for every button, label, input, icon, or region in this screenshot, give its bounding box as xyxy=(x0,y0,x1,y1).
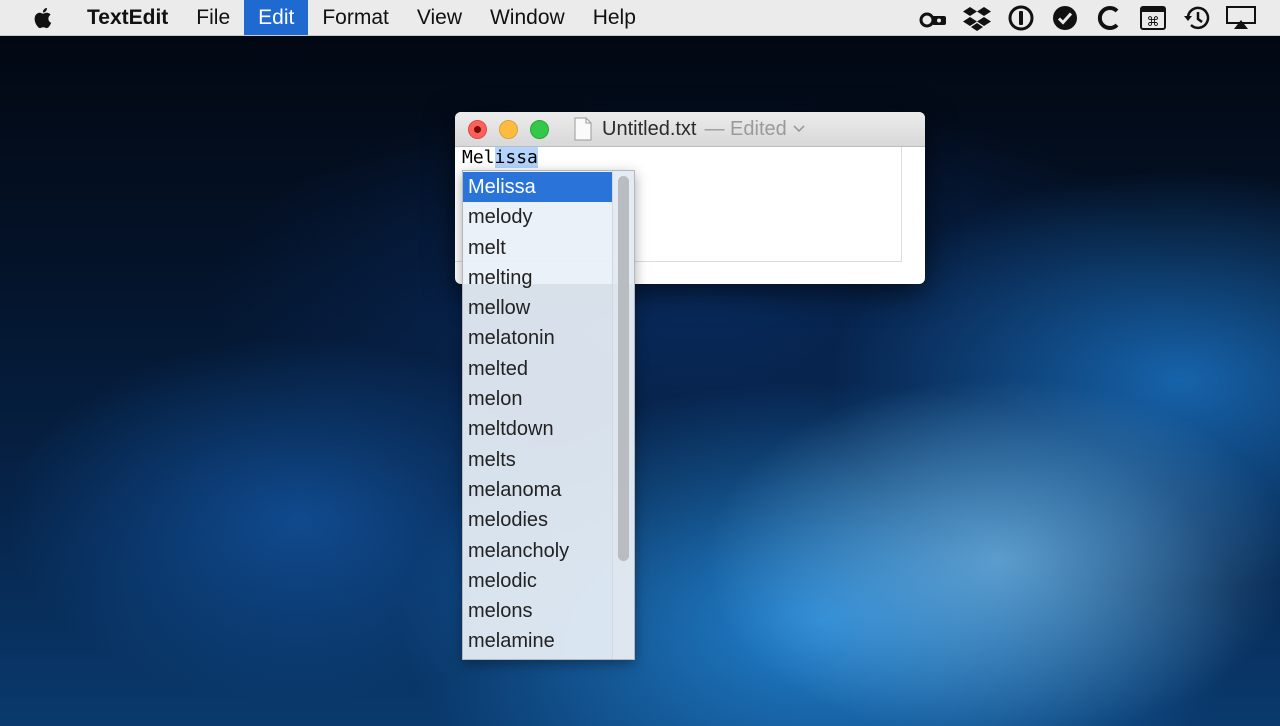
completion-item[interactable]: melodic xyxy=(463,566,613,596)
completion-item[interactable]: melodies xyxy=(463,505,613,535)
menu-format[interactable]: Format xyxy=(308,0,403,35)
airplay-icon[interactable] xyxy=(1226,5,1256,31)
completion-items: Melissa melody melt melting mellow melatonin m… xyxy=(463,172,613,657)
command-key-icon[interactable]: ⌘ xyxy=(1138,5,1168,31)
document-title[interactable]: Untitled.txt — Edited xyxy=(573,112,805,146)
1password-icon[interactable] xyxy=(1006,5,1036,31)
completion-item[interactable]: melon xyxy=(463,384,613,414)
zoom-button[interactable] xyxy=(530,120,549,139)
dropbox-icon[interactable] xyxy=(962,5,992,31)
scrollbar-track[interactable] xyxy=(612,171,634,659)
c-app-icon[interactable] xyxy=(1094,5,1124,31)
completion-item[interactable]: melanoma xyxy=(463,475,613,505)
completion-item[interactable]: melted xyxy=(463,354,613,384)
edited-status: — Edited xyxy=(704,117,787,140)
menu-window[interactable]: Window xyxy=(476,0,579,35)
completion-item[interactable]: melatonin xyxy=(463,323,613,353)
svg-text:⌘: ⌘ xyxy=(1147,15,1160,30)
completion-item[interactable]: melting xyxy=(463,263,613,293)
close-button[interactable] xyxy=(468,120,487,139)
unsaved-dot-icon xyxy=(474,126,481,133)
menu-view[interactable]: View xyxy=(403,0,476,35)
scrollbar-thumb[interactable] xyxy=(618,176,629,561)
page-margin-divider xyxy=(901,147,902,261)
apple-menu-icon[interactable] xyxy=(33,6,55,30)
minimize-button[interactable] xyxy=(499,120,518,139)
document-icon xyxy=(574,117,592,141)
menu-file[interactable]: File xyxy=(182,0,244,35)
typed-prefix: Mel xyxy=(462,147,495,168)
title-bar[interactable]: Untitled.txt — Edited xyxy=(455,112,925,147)
menu-bar: TextEdit File Edit Format View Window He… xyxy=(0,0,1280,36)
completion-list[interactable]: Melissa melody melt melting mellow melatonin m… xyxy=(462,170,635,660)
completion-item[interactable]: melancholy xyxy=(463,536,613,566)
menu-help[interactable]: Help xyxy=(579,0,650,35)
time-machine-icon[interactable] xyxy=(1182,5,1212,31)
completion-item[interactable]: mellow xyxy=(463,293,613,323)
completion-item[interactable]: Melissa xyxy=(463,172,613,203)
completion-item[interactable]: melamine xyxy=(463,626,613,656)
menu-app-name[interactable]: TextEdit xyxy=(87,0,182,35)
eyeglasses-key-icon[interactable] xyxy=(918,5,948,31)
menu-edit[interactable]: Edit xyxy=(244,0,309,35)
typed-text[interactable]: Melissa xyxy=(462,147,538,169)
completion-item[interactable]: melons xyxy=(463,596,613,626)
status-menu-extras: ⌘ xyxy=(918,0,1280,35)
completion-item[interactable]: melts xyxy=(463,445,613,475)
document-name: Untitled.txt xyxy=(602,117,697,140)
completion-item[interactable]: melody xyxy=(463,202,613,232)
completion-item[interactable]: melt xyxy=(463,233,613,263)
chevron-down-icon[interactable] xyxy=(793,125,805,133)
inline-completion: issa xyxy=(494,147,538,168)
checkmark-circle-icon[interactable] xyxy=(1050,5,1080,31)
completion-item[interactable]: meltdown xyxy=(463,414,613,444)
